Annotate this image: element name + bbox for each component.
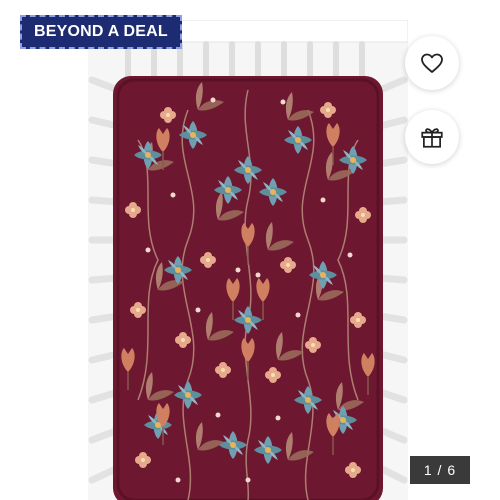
deal-badge-label: BEYOND A DEAL xyxy=(34,23,168,40)
gift-icon xyxy=(421,128,443,148)
heart-icon xyxy=(421,53,443,73)
deal-badge: BEYOND A DEAL xyxy=(20,15,182,49)
favorite-button[interactable] xyxy=(405,36,459,90)
image-counter: 1 / 6 xyxy=(410,456,470,484)
product-image-gallery[interactable]: BEYOND A DEAL 1 / 6 xyxy=(0,0,500,500)
image-counter-text: 1 / 6 xyxy=(423,462,457,478)
gift-button[interactable] xyxy=(405,110,459,164)
product-image xyxy=(88,20,408,500)
